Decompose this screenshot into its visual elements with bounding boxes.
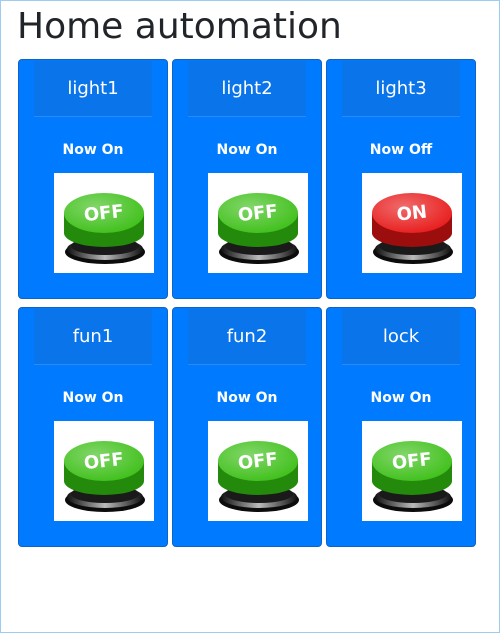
device-status: Now Off <box>369 142 433 158</box>
toggle-button-light2[interactable]: OFF <box>208 173 308 273</box>
card-header: light2 <box>188 61 306 117</box>
toggle-button-fun1[interactable]: OFF <box>54 421 154 521</box>
page-title: Home automation <box>17 6 342 47</box>
push-button-icon: OFF <box>64 193 145 264</box>
device-name: fun1 <box>72 326 114 347</box>
card-header: light3 <box>342 61 460 117</box>
device-status: Now On <box>216 390 278 406</box>
card-header: lock <box>342 309 460 365</box>
device-card-fun2: fun2 Now On OFF <box>172 307 322 547</box>
card-header: light1 <box>34 61 152 117</box>
card-header: fun1 <box>34 309 152 365</box>
push-button-label: OFF <box>237 201 279 226</box>
push-button-label: OFF <box>83 449 125 474</box>
device-status: Now On <box>62 142 124 158</box>
toggle-button-light1[interactable]: OFF <box>54 173 154 273</box>
toggle-button-lock[interactable]: OFF <box>362 421 462 521</box>
toggle-button-fun2[interactable]: OFF <box>208 421 308 521</box>
device-name: light1 <box>67 78 119 99</box>
device-status: Now On <box>370 390 432 406</box>
push-button-label: ON <box>396 201 428 225</box>
push-button-icon: OFF <box>218 441 299 512</box>
device-name: light2 <box>221 78 273 99</box>
push-button-icon: OFF <box>64 441 145 512</box>
push-button-icon: OFF <box>372 441 453 512</box>
device-card-light3: light3 Now Off ON <box>326 59 476 299</box>
toggle-button-light3[interactable]: ON <box>362 173 462 273</box>
device-card-fun1: fun1 Now On OFF <box>18 307 168 547</box>
device-card-light1: light1 Now On OFF <box>18 59 168 299</box>
device-grid: light1 Now On OFF light2 Now On OFF ligh… <box>18 59 478 547</box>
push-button-label: OFF <box>237 449 279 474</box>
card-header: fun2 <box>188 309 306 365</box>
device-status: Now On <box>62 390 124 406</box>
device-name: lock <box>382 326 420 347</box>
device-card-light2: light2 Now On OFF <box>172 59 322 299</box>
push-button-label: OFF <box>391 449 433 474</box>
push-button-label: OFF <box>83 201 125 226</box>
device-card-lock: lock Now On OFF <box>326 307 476 547</box>
push-button-icon: OFF <box>218 193 299 264</box>
push-button-icon: ON <box>372 193 453 264</box>
device-name: light3 <box>375 78 427 99</box>
device-status: Now On <box>216 142 278 158</box>
device-name: fun2 <box>226 326 268 347</box>
